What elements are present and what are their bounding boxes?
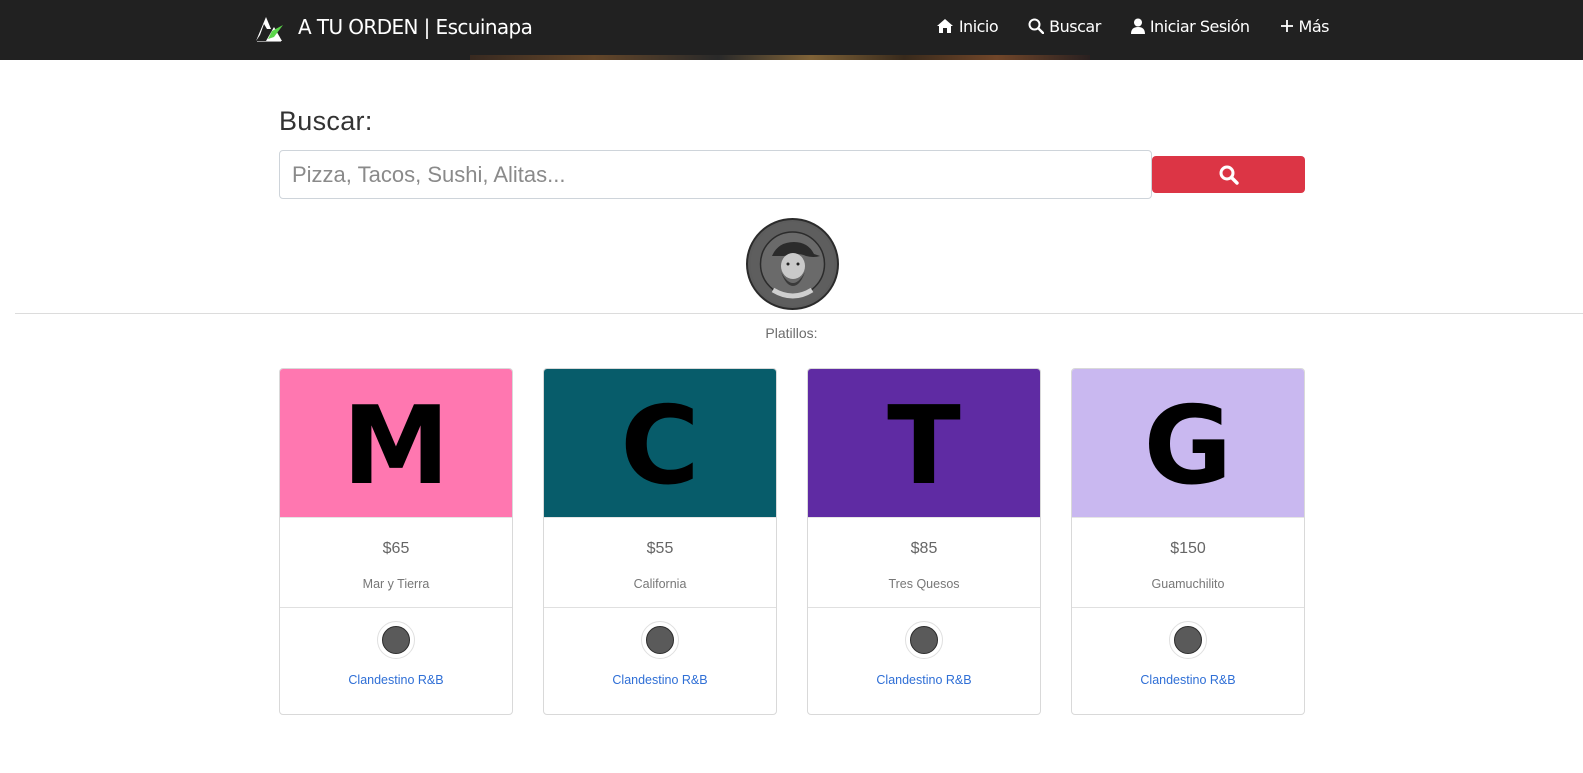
- restaurant-avatar-icon: [1174, 626, 1202, 654]
- dish-name: Tres Quesos: [888, 577, 960, 591]
- nav-inicio-link[interactable]: Inicio: [936, 15, 999, 37]
- nav-login-link[interactable]: Iniciar Sesión: [1130, 15, 1250, 37]
- dish-body: $150 Guamuchilito: [1072, 518, 1304, 608]
- restaurant-logo-icon: [750, 222, 835, 306]
- search-button[interactable]: [1152, 156, 1305, 193]
- nav-buscar-label: Buscar: [1049, 16, 1101, 36]
- dish-name: Mar y Tierra: [362, 577, 430, 591]
- brand[interactable]: A TU ORDEN | Escuinapa: [254, 11, 533, 43]
- dish-image[interactable]: G: [1072, 369, 1304, 518]
- dish-letter: G: [1143, 384, 1233, 509]
- brand-logo-icon: [256, 17, 283, 42]
- dish-letter: M: [342, 384, 450, 509]
- search-icon: [1028, 18, 1045, 34]
- restaurant-avatar[interactable]: [377, 621, 415, 659]
- home-icon: [936, 19, 953, 33]
- restaurant-link[interactable]: Clandestino R&B: [612, 673, 707, 687]
- dish-body: $65 Mar y Tierra: [280, 518, 512, 608]
- nav-mas-link[interactable]: Más: [1280, 15, 1330, 37]
- dish-card[interactable]: C $55 California Clandestino R&B: [543, 368, 777, 715]
- dish-footer: Clandestino R&B: [544, 621, 776, 688]
- dish-body: $85 Tres Quesos: [808, 518, 1040, 608]
- restaurant-link[interactable]: Clandestino R&B: [876, 673, 971, 687]
- dish-letter: C: [620, 384, 700, 509]
- dish-letter: T: [887, 384, 961, 509]
- nav-links: Inicio Buscar Iniciar Sesión Más: [906, 15, 1330, 37]
- restaurant-avatar-icon: [646, 626, 674, 654]
- dish-price: $150: [1170, 540, 1206, 557]
- dish-name: Guamuchilito: [1151, 577, 1225, 591]
- dish-card[interactable]: G $150 Guamuchilito Clandestino R&B: [1071, 368, 1305, 715]
- dish-name: California: [633, 577, 687, 591]
- restaurant-logo[interactable]: [746, 218, 839, 310]
- brand-title: A TU ORDEN | Escuinapa: [298, 15, 533, 39]
- dish-footer: Clandestino R&B: [808, 621, 1040, 688]
- dish-footer: Clandestino R&B: [1072, 621, 1304, 688]
- dish-image[interactable]: T: [808, 369, 1040, 518]
- dish-price: $65: [382, 540, 410, 557]
- dish-image[interactable]: C: [544, 369, 776, 518]
- restaurant-avatar[interactable]: [641, 621, 679, 659]
- nav-login-label: Iniciar Sesión: [1149, 16, 1250, 36]
- restaurant-avatar[interactable]: [1169, 621, 1207, 659]
- restaurant-link[interactable]: Clandestino R&B: [348, 673, 443, 687]
- dish-price: $55: [646, 540, 674, 557]
- dish-price: $85: [910, 540, 938, 557]
- restaurant-avatar-icon: [382, 626, 410, 654]
- nav-buscar-link[interactable]: Buscar: [1028, 15, 1101, 37]
- header-banner-strip: [470, 55, 1090, 60]
- section-title: Platillos:: [765, 325, 818, 341]
- section-divider: [15, 313, 1583, 314]
- navbar: A TU ORDEN | Escuinapa Inicio Buscar Ini…: [0, 0, 1583, 60]
- dish-footer: Clandestino R&B: [280, 621, 512, 688]
- plus-icon: [1280, 20, 1293, 32]
- dish-body: $55 California: [544, 518, 776, 608]
- restaurant-avatar[interactable]: [905, 621, 943, 659]
- dish-card[interactable]: T $85 Tres Quesos Clandestino R&B: [807, 368, 1041, 715]
- dish-image[interactable]: M: [280, 369, 512, 518]
- nav-mas-label: Más: [1298, 16, 1330, 36]
- dish-card[interactable]: M $65 Mar y Tierra Clandestino R&B: [279, 368, 513, 715]
- search-label: Buscar:: [279, 106, 373, 136]
- restaurant-link[interactable]: Clandestino R&B: [1140, 673, 1235, 687]
- search-input[interactable]: [279, 150, 1152, 199]
- restaurant-avatar-icon: [910, 626, 938, 654]
- search-icon: [1219, 165, 1239, 185]
- user-icon: [1130, 18, 1145, 34]
- nav-inicio-label: Inicio: [958, 16, 999, 36]
